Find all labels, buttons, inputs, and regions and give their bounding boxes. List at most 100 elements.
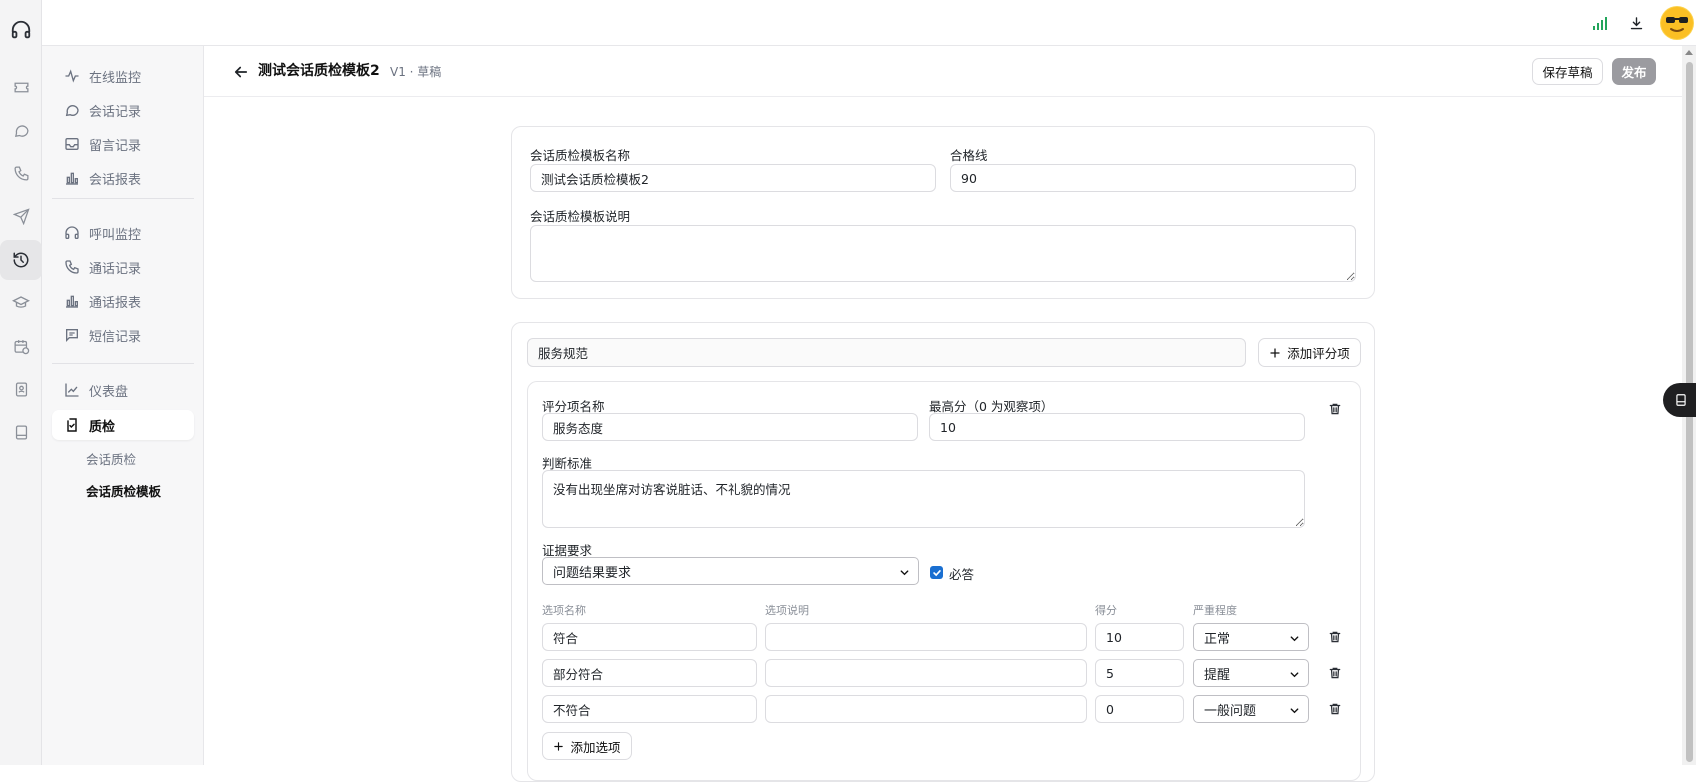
sidebar-item-call-monitor[interactable]: 呼叫监控 <box>52 218 194 248</box>
sidebar-subitem-chat-quality-template[interactable]: 会话质检模板 <box>86 478 161 502</box>
activity-icon <box>65 69 79 83</box>
sidebar-item-dashboard[interactable]: 仪表盘 <box>52 375 194 405</box>
download-icon[interactable] <box>1618 5 1654 41</box>
send-icon[interactable] <box>0 196 42 236</box>
option-desc-input[interactable] <box>765 659 1087 687</box>
add-scoring-item-label: 添加评分项 <box>1287 346 1350 361</box>
option-score-input[interactable] <box>1095 659 1184 687</box>
plus-icon <box>1270 347 1280 358</box>
sidebar-item-online-monitor[interactable]: 在线监控 <box>52 61 194 91</box>
sidebar-subitem-chat-quality[interactable]: 会话质检 <box>86 446 136 470</box>
chevron-down-icon <box>1290 708 1299 714</box>
severity-value: 提醒 <box>1204 667 1231 683</box>
option-score-input[interactable] <box>1095 695 1184 723</box>
criteria-textarea[interactable]: 没有出现坐席对访客说脏话、不礼貌的情况 <box>542 470 1305 528</box>
page-header: 测试会话质检模板2 V1 · 草稿 保存草稿 发布 <box>204 46 1682 97</box>
severity-select[interactable]: 提醒 <box>1193 659 1309 687</box>
contact-book-icon[interactable] <box>0 369 42 409</box>
required-label: 必答 <box>949 567 975 582</box>
line-chart-icon <box>65 383 79 397</box>
sidebar-item-label: 短信记录 <box>89 329 142 345</box>
option-desc-input[interactable] <box>765 695 1087 723</box>
evidence-select-value: 问题结果要求 <box>553 565 632 581</box>
calendar-clock-icon[interactable] <box>0 326 42 366</box>
category-card: 添加评分项 评分项名称 最高分（0 为观察项） 判断标准 没有出现坐席对访客说脏… <box>511 322 1375 782</box>
add-scoring-item-button[interactable]: 添加评分项 <box>1258 338 1361 367</box>
template-name-input[interactable] <box>530 164 936 192</box>
add-option-button[interactable]: 添加选项 <box>542 732 632 760</box>
clipboard-check-icon <box>67 418 77 432</box>
required-checkbox[interactable] <box>930 566 943 579</box>
sidebar-item-call-records[interactable]: 通话记录 <box>52 252 194 282</box>
severity-value: 正常 <box>1204 631 1231 647</box>
ticket-icon[interactable] <box>0 67 42 107</box>
severity-value: 一般问题 <box>1204 703 1257 719</box>
chat-bubble-icon <box>65 105 79 117</box>
pass-line-input[interactable] <box>950 164 1356 192</box>
back-arrow-icon[interactable] <box>232 63 250 81</box>
option-name-input[interactable] <box>542 623 757 651</box>
item-name-input[interactable] <box>542 413 918 441</box>
delete-option-trash-icon[interactable] <box>1328 702 1344 718</box>
publish-button[interactable]: 发布 <box>1612 58 1656 85</box>
phone-icon <box>65 260 79 274</box>
delete-option-trash-icon[interactable] <box>1328 630 1344 646</box>
plus-icon <box>554 741 564 751</box>
chat-icon[interactable] <box>0 110 42 150</box>
option-name-input[interactable] <box>542 659 757 687</box>
option-name-input[interactable] <box>542 695 757 723</box>
sidebar-item-quality-check[interactable]: 质检 <box>52 410 194 440</box>
delete-item-trash-icon[interactable] <box>1328 402 1344 418</box>
headset-logo-icon[interactable] <box>0 10 42 50</box>
sidebar-item-label: 通话报表 <box>89 295 142 311</box>
template-name-label: 会话质检模板名称 <box>530 148 631 163</box>
avatar[interactable] <box>1660 6 1694 40</box>
scroll-up-arrow-icon[interactable] <box>1685 50 1693 55</box>
inbox-icon <box>65 138 79 150</box>
col-option-desc: 选项说明 <box>765 604 809 617</box>
sidebar-item-chat-reports[interactable]: 会话报表 <box>52 163 194 193</box>
sidebar-divider <box>52 198 194 199</box>
phone-icon[interactable] <box>0 153 42 193</box>
sidebar-item-label: 呼叫监控 <box>89 227 142 243</box>
notebook-icon <box>1676 394 1686 406</box>
option-score-input[interactable] <box>1095 623 1184 651</box>
sidebar-item-chat-records[interactable]: 会话记录 <box>52 95 194 125</box>
save-draft-button[interactable]: 保存草稿 <box>1532 58 1603 85</box>
severity-select[interactable]: 一般问题 <box>1193 695 1309 723</box>
add-option-label: 添加选项 <box>570 739 621 755</box>
top-bar <box>42 0 1696 46</box>
version-status: V1 · 草稿 <box>390 65 442 79</box>
graduation-cap-icon[interactable] <box>0 283 42 323</box>
page-title: 测试会话质检模板2 <box>258 63 380 79</box>
col-score: 得分 <box>1095 604 1117 617</box>
template-desc-textarea[interactable] <box>530 225 1356 282</box>
category-name-input[interactable] <box>527 338 1246 367</box>
sidebar-item-label: 通话记录 <box>89 261 142 277</box>
delete-option-trash-icon[interactable] <box>1328 666 1344 682</box>
option-desc-input[interactable] <box>765 623 1087 651</box>
sidebar-item-call-reports[interactable]: 通话报表 <box>52 286 194 316</box>
book-icon[interactable] <box>0 412 42 452</box>
floating-notebook-button[interactable] <box>1663 383 1696 417</box>
max-score-input[interactable] <box>929 413 1305 441</box>
sidebar: 在线监控 会话记录 留言记录 会话报表 呼叫监控 通话记录 通话报表 短信记录 … <box>42 46 204 765</box>
template-info-card: 会话质检模板名称 合格线 会话质检模板说明 <box>511 126 1375 299</box>
chevron-down-icon <box>1290 636 1299 642</box>
pass-line-label: 合格线 <box>950 148 988 163</box>
icon-rail <box>0 0 42 765</box>
signal-strength-icon[interactable] <box>1582 5 1618 41</box>
sidebar-item-label: 仪表盘 <box>89 384 129 400</box>
evidence-select[interactable]: 问题结果要求 <box>542 557 919 585</box>
sidebar-divider <box>52 363 194 364</box>
sidebar-item-sms-records[interactable]: 短信记录 <box>52 320 194 350</box>
history-icon[interactable] <box>0 240 42 280</box>
bar-chart-icon <box>66 172 78 185</box>
template-desc-label: 会话质检模板说明 <box>530 209 631 224</box>
sidebar-item-message-records[interactable]: 留言记录 <box>52 129 194 159</box>
sidebar-item-label: 会话报表 <box>89 172 142 188</box>
severity-select[interactable]: 正常 <box>1193 623 1309 651</box>
message-square-icon <box>66 329 78 342</box>
col-option-name: 选项名称 <box>542 604 586 617</box>
headset-icon <box>65 226 79 239</box>
